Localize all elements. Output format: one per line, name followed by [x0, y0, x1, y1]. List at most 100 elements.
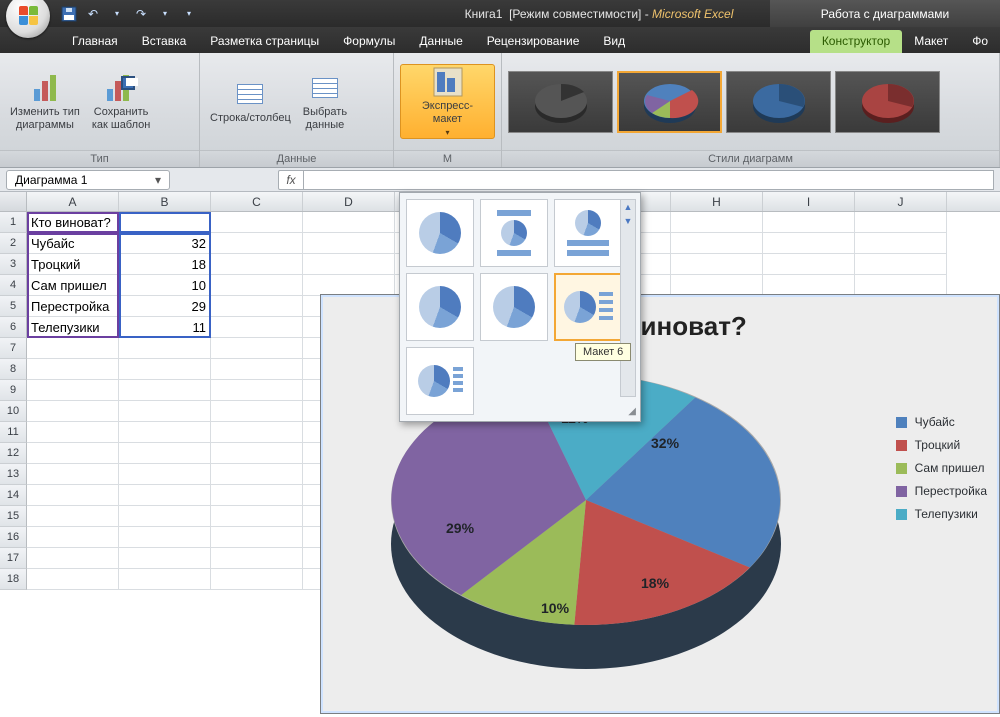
save-as-template-button[interactable]: Сохранить как шаблон: [88, 70, 155, 134]
layout-option[interactable]: [480, 273, 548, 341]
chart-legend[interactable]: ЧубайсТроцкийСам пришелПерестройкаТелепу…: [896, 415, 987, 530]
row-header[interactable]: 4: [0, 275, 27, 296]
cell[interactable]: [211, 254, 303, 275]
column-header[interactable]: B: [119, 192, 211, 211]
cell[interactable]: [671, 275, 763, 296]
cell[interactable]: [763, 254, 855, 275]
cell[interactable]: 32: [119, 233, 211, 254]
resize-handle-icon[interactable]: ◢: [628, 406, 636, 417]
cell[interactable]: 10: [119, 275, 211, 296]
cell[interactable]: [211, 569, 303, 590]
cell[interactable]: [119, 548, 211, 569]
row-header[interactable]: 11: [0, 422, 27, 443]
cell[interactable]: [211, 527, 303, 548]
cell[interactable]: [211, 443, 303, 464]
row-header[interactable]: 17: [0, 548, 27, 569]
column-header[interactable]: D: [303, 192, 395, 211]
tab-data[interactable]: Данные: [407, 30, 474, 53]
cell[interactable]: [671, 233, 763, 254]
cell[interactable]: [27, 506, 119, 527]
row-header[interactable]: 5: [0, 296, 27, 317]
cell[interactable]: [119, 338, 211, 359]
popup-scrollbar[interactable]: ▲ ▼: [620, 199, 636, 397]
row-header[interactable]: 1: [0, 212, 27, 233]
cell[interactable]: [211, 275, 303, 296]
change-chart-type-button[interactable]: Изменить тип диаграммы: [6, 70, 84, 134]
cell[interactable]: [27, 464, 119, 485]
cell[interactable]: [119, 401, 211, 422]
cell[interactable]: [211, 422, 303, 443]
fx-icon[interactable]: fx: [278, 170, 304, 190]
scroll-up-icon[interactable]: ▲: [621, 200, 635, 214]
column-header[interactable]: A: [27, 192, 119, 211]
cell[interactable]: [211, 464, 303, 485]
cell[interactable]: [855, 254, 947, 275]
select-data-button[interactable]: Выбрать данные: [299, 70, 351, 134]
row-header[interactable]: 2: [0, 233, 27, 254]
cell[interactable]: Сам пришел: [27, 275, 119, 296]
row-header[interactable]: 13: [0, 464, 27, 485]
cell[interactable]: [763, 212, 855, 233]
layout-option[interactable]: [554, 199, 622, 267]
cell[interactable]: [855, 233, 947, 254]
cell[interactable]: [119, 443, 211, 464]
cell[interactable]: [119, 569, 211, 590]
cell[interactable]: Телепузики: [27, 317, 119, 338]
cell[interactable]: [119, 527, 211, 548]
chart-style-thumb[interactable]: [508, 71, 613, 133]
row-header[interactable]: 3: [0, 254, 27, 275]
cell[interactable]: [211, 233, 303, 254]
name-box[interactable]: Диаграмма 1 ▾: [6, 170, 170, 190]
cell[interactable]: [27, 401, 119, 422]
cell[interactable]: [671, 254, 763, 275]
cell[interactable]: 18: [119, 254, 211, 275]
cell[interactable]: [211, 401, 303, 422]
cell[interactable]: [27, 548, 119, 569]
cell[interactable]: 29: [119, 296, 211, 317]
formula-input[interactable]: [304, 170, 994, 190]
cell[interactable]: [763, 275, 855, 296]
cell[interactable]: Чубайс: [27, 233, 119, 254]
cell[interactable]: [119, 485, 211, 506]
layout-option[interactable]: [554, 273, 622, 341]
column-header[interactable]: H: [671, 192, 763, 211]
cell[interactable]: [27, 443, 119, 464]
chart-style-thumb[interactable]: [726, 71, 831, 133]
cell[interactable]: [855, 212, 947, 233]
tab-design[interactable]: Конструктор: [810, 30, 902, 53]
cell[interactable]: [211, 338, 303, 359]
cell[interactable]: [303, 275, 395, 296]
cell[interactable]: [27, 527, 119, 548]
column-header[interactable]: J: [855, 192, 947, 211]
tab-insert[interactable]: Вставка: [130, 30, 199, 53]
cell[interactable]: [119, 380, 211, 401]
cell[interactable]: [119, 422, 211, 443]
chart-style-thumb[interactable]: [835, 71, 940, 133]
row-header[interactable]: 8: [0, 359, 27, 380]
cell[interactable]: [27, 380, 119, 401]
worksheet-grid[interactable]: ABCDEFGHIJ 1Кто виноват?2Чубайс323Троцки…: [0, 192, 1000, 717]
cell[interactable]: Троцкий: [27, 254, 119, 275]
column-header[interactable]: C: [211, 192, 303, 211]
cell[interactable]: 11: [119, 317, 211, 338]
row-header[interactable]: 6: [0, 317, 27, 338]
chevron-down-icon[interactable]: ▾: [155, 173, 161, 187]
row-header[interactable]: 14: [0, 485, 27, 506]
cell[interactable]: [211, 296, 303, 317]
cell[interactable]: [27, 359, 119, 380]
cell[interactable]: [211, 380, 303, 401]
row-header[interactable]: 18: [0, 569, 27, 590]
layout-option[interactable]: [406, 347, 474, 415]
save-icon[interactable]: [60, 5, 78, 23]
layout-option[interactable]: [406, 273, 474, 341]
tab-home[interactable]: Главная: [60, 30, 130, 53]
layout-option[interactable]: [406, 199, 474, 267]
cell[interactable]: Перестройка: [27, 296, 119, 317]
quick-layout-button[interactable]: Экспресс-макет ▾: [400, 64, 495, 139]
cell[interactable]: Кто виноват?: [27, 212, 119, 233]
tab-review[interactable]: Рецензирование: [475, 30, 592, 53]
cell[interactable]: [119, 464, 211, 485]
row-header[interactable]: 16: [0, 527, 27, 548]
undo-icon[interactable]: ↶: [84, 5, 102, 23]
cell[interactable]: [119, 359, 211, 380]
